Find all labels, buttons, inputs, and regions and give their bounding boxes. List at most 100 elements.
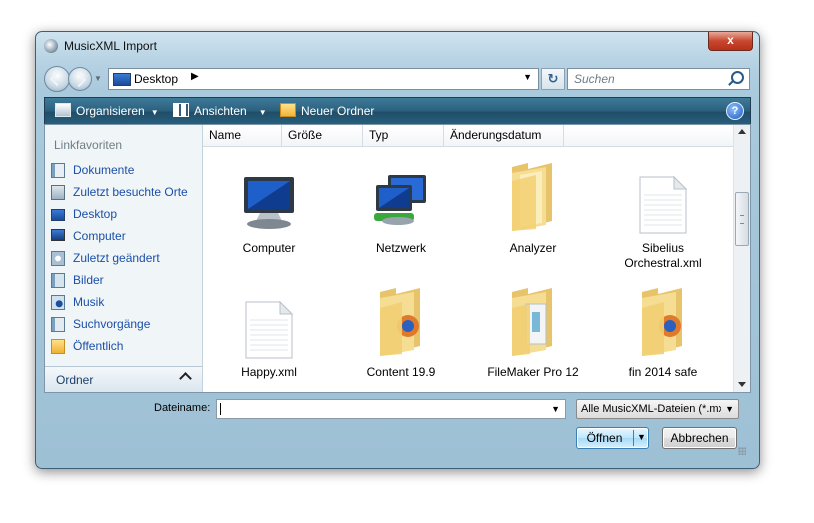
file-item-analyzer[interactable]: Analyzer bbox=[473, 155, 593, 255]
sidebar-item-desktop[interactable]: Desktop bbox=[49, 205, 199, 223]
file-name: Content 19.9 bbox=[366, 365, 436, 379]
folder-icon bbox=[512, 288, 552, 356]
folders-toggle[interactable]: Ordner bbox=[45, 366, 202, 392]
search-placeholder: Suchen bbox=[574, 72, 615, 86]
command-toolbar: Organisieren ▼ Ansichten ▼ Neuer Ordner ? bbox=[44, 97, 751, 125]
search-icon[interactable] bbox=[731, 71, 744, 84]
file-item-happy[interactable]: Happy.xml bbox=[209, 280, 329, 380]
file-name: FileMaker Pro 12 bbox=[487, 365, 579, 379]
address-bar[interactable]: Desktop ▶ ▼ bbox=[108, 68, 539, 90]
refresh-button[interactable]: ↻ bbox=[541, 68, 565, 90]
folder-icon bbox=[380, 288, 420, 356]
file-item-filemaker[interactable]: FileMaker Pro 12 bbox=[473, 280, 593, 380]
sidebar-item-label: Zuletzt besuchte Orte bbox=[73, 185, 188, 199]
searches-icon bbox=[51, 317, 65, 332]
file-type-value: Alle MusicXML-Dateien (*.mxl bbox=[581, 403, 721, 415]
vertical-scrollbar[interactable] bbox=[733, 125, 750, 392]
chevron-down-icon[interactable]: ▼ bbox=[551, 404, 560, 414]
file-item-fin-2014[interactable]: fin 2014 safe bbox=[603, 280, 723, 380]
sidebar-item-label: Computer bbox=[73, 229, 126, 243]
column-header-name[interactable]: Name bbox=[203, 125, 282, 146]
sidebar-item-pictures[interactable]: Bilder bbox=[49, 271, 199, 289]
sidebar-item-label: Desktop bbox=[73, 207, 118, 221]
computer-icon bbox=[51, 229, 65, 241]
address-row: ▼ Desktop ▶ ▼ ↻ Suchen bbox=[44, 66, 750, 92]
grip-icon bbox=[740, 215, 744, 224]
documents-icon bbox=[51, 163, 65, 178]
search-input[interactable]: Suchen bbox=[567, 68, 750, 90]
breadcrumb-arrow-icon[interactable]: ▶ bbox=[191, 71, 199, 82]
sidebar-item-public[interactable]: Öffentlich bbox=[49, 337, 199, 355]
sidebar-item-searches[interactable]: Suchvorgänge bbox=[49, 315, 199, 333]
sidebar-item-label: Suchvorgänge bbox=[73, 317, 151, 331]
folders-label: Ordner bbox=[56, 373, 94, 387]
chevron-down-icon[interactable]: ▼ bbox=[725, 404, 734, 414]
help-icon[interactable]: ? bbox=[726, 102, 744, 120]
scroll-up-icon[interactable] bbox=[738, 129, 746, 134]
filename-label: Dateiname: bbox=[154, 402, 211, 414]
sidebar-item-recent-places[interactable]: Zuletzt besuchte Orte bbox=[49, 183, 199, 201]
file-name: Happy.xml bbox=[241, 365, 297, 379]
resize-grip-icon[interactable] bbox=[738, 447, 746, 455]
cancel-button[interactable]: Abbrechen bbox=[662, 427, 737, 449]
organize-button[interactable]: Organisieren ▼ bbox=[55, 103, 159, 120]
organize-icon bbox=[55, 103, 71, 117]
address-dropdown-icon[interactable]: ▼ bbox=[523, 72, 532, 82]
file-item-computer[interactable]: Computer bbox=[209, 155, 329, 255]
sidebar-item-label: Dokumente bbox=[73, 163, 135, 177]
file-name: Analyzer bbox=[509, 241, 557, 255]
scroll-thumb[interactable] bbox=[735, 192, 749, 246]
navigation-pane: Linkfavoriten Dokumente Zuletzt besuchte… bbox=[45, 125, 203, 392]
sidebar-item-label: Zuletzt geändert bbox=[73, 251, 160, 265]
window-title: MusicXML Import bbox=[64, 39, 157, 53]
desktop-icon bbox=[113, 73, 131, 86]
scroll-down-icon[interactable] bbox=[738, 382, 746, 387]
file-name: Sibelius Orchestral.xml bbox=[624, 241, 702, 270]
sidebar-item-documents[interactable]: Dokumente bbox=[49, 161, 199, 179]
favorites-heading: Linkfavoriten bbox=[54, 138, 123, 152]
filename-input[interactable]: ▼ bbox=[216, 399, 566, 419]
views-button[interactable]: Ansichten ▼ bbox=[173, 103, 267, 120]
sidebar-item-music[interactable]: Musik bbox=[49, 293, 199, 311]
file-type-select[interactable]: Alle MusicXML-Dateien (*.mxl ▼ bbox=[576, 399, 739, 419]
file-name: fin 2014 safe bbox=[628, 365, 698, 379]
chevron-down-icon: ▼ bbox=[150, 108, 159, 117]
network-icon bbox=[374, 175, 426, 225]
sidebar-item-label: Bilder bbox=[73, 273, 104, 287]
text-caret bbox=[220, 403, 221, 415]
sidebar-item-recently-changed[interactable]: Zuletzt geändert bbox=[49, 249, 199, 267]
recent-places-icon bbox=[51, 185, 65, 200]
open-button[interactable]: Öffnen ▼ bbox=[576, 427, 649, 449]
open-label: Öffnen bbox=[586, 431, 623, 445]
file-name: Computer bbox=[242, 241, 296, 255]
forward-button[interactable] bbox=[68, 67, 92, 91]
views-label: Ansichten bbox=[194, 104, 247, 118]
pictures-icon bbox=[51, 273, 65, 288]
sidebar-item-computer[interactable]: Computer bbox=[49, 227, 199, 245]
sidebar-item-label: Musik bbox=[73, 295, 105, 309]
folder-icon bbox=[642, 288, 682, 356]
desktop-icon bbox=[51, 209, 65, 221]
column-header-row: Name Größe Typ Änderungsdatum bbox=[203, 125, 736, 147]
file-item-sibelius-orchestral[interactable]: Sibelius Orchestral.xml bbox=[603, 155, 723, 270]
document-icon bbox=[245, 300, 294, 359]
title-bar[interactable]: MusicXML Import x bbox=[36, 32, 759, 60]
file-item-network[interactable]: Netzwerk bbox=[341, 155, 461, 255]
new-folder-icon bbox=[280, 103, 296, 117]
chevron-down-icon[interactable]: ▼ bbox=[637, 432, 646, 442]
recently-changed-icon bbox=[51, 251, 65, 266]
column-header-type[interactable]: Typ bbox=[363, 125, 444, 146]
chevron-up-icon[interactable] bbox=[179, 372, 192, 385]
column-header-size[interactable]: Größe bbox=[282, 125, 363, 146]
split-divider bbox=[633, 430, 634, 446]
recent-pages-chevron-icon[interactable]: ▼ bbox=[94, 74, 102, 83]
new-folder-button[interactable]: Neuer Ordner bbox=[280, 103, 374, 120]
computer-icon bbox=[244, 177, 294, 229]
back-button[interactable] bbox=[44, 66, 70, 92]
organize-label: Organisieren bbox=[76, 104, 145, 118]
address-location[interactable]: Desktop bbox=[134, 72, 178, 86]
sidebar-item-label: Öffentlich bbox=[73, 339, 124, 353]
file-item-content[interactable]: Content 19.9 bbox=[341, 280, 461, 380]
close-button[interactable]: x bbox=[708, 32, 753, 51]
column-header-date[interactable]: Änderungsdatum bbox=[444, 125, 564, 146]
